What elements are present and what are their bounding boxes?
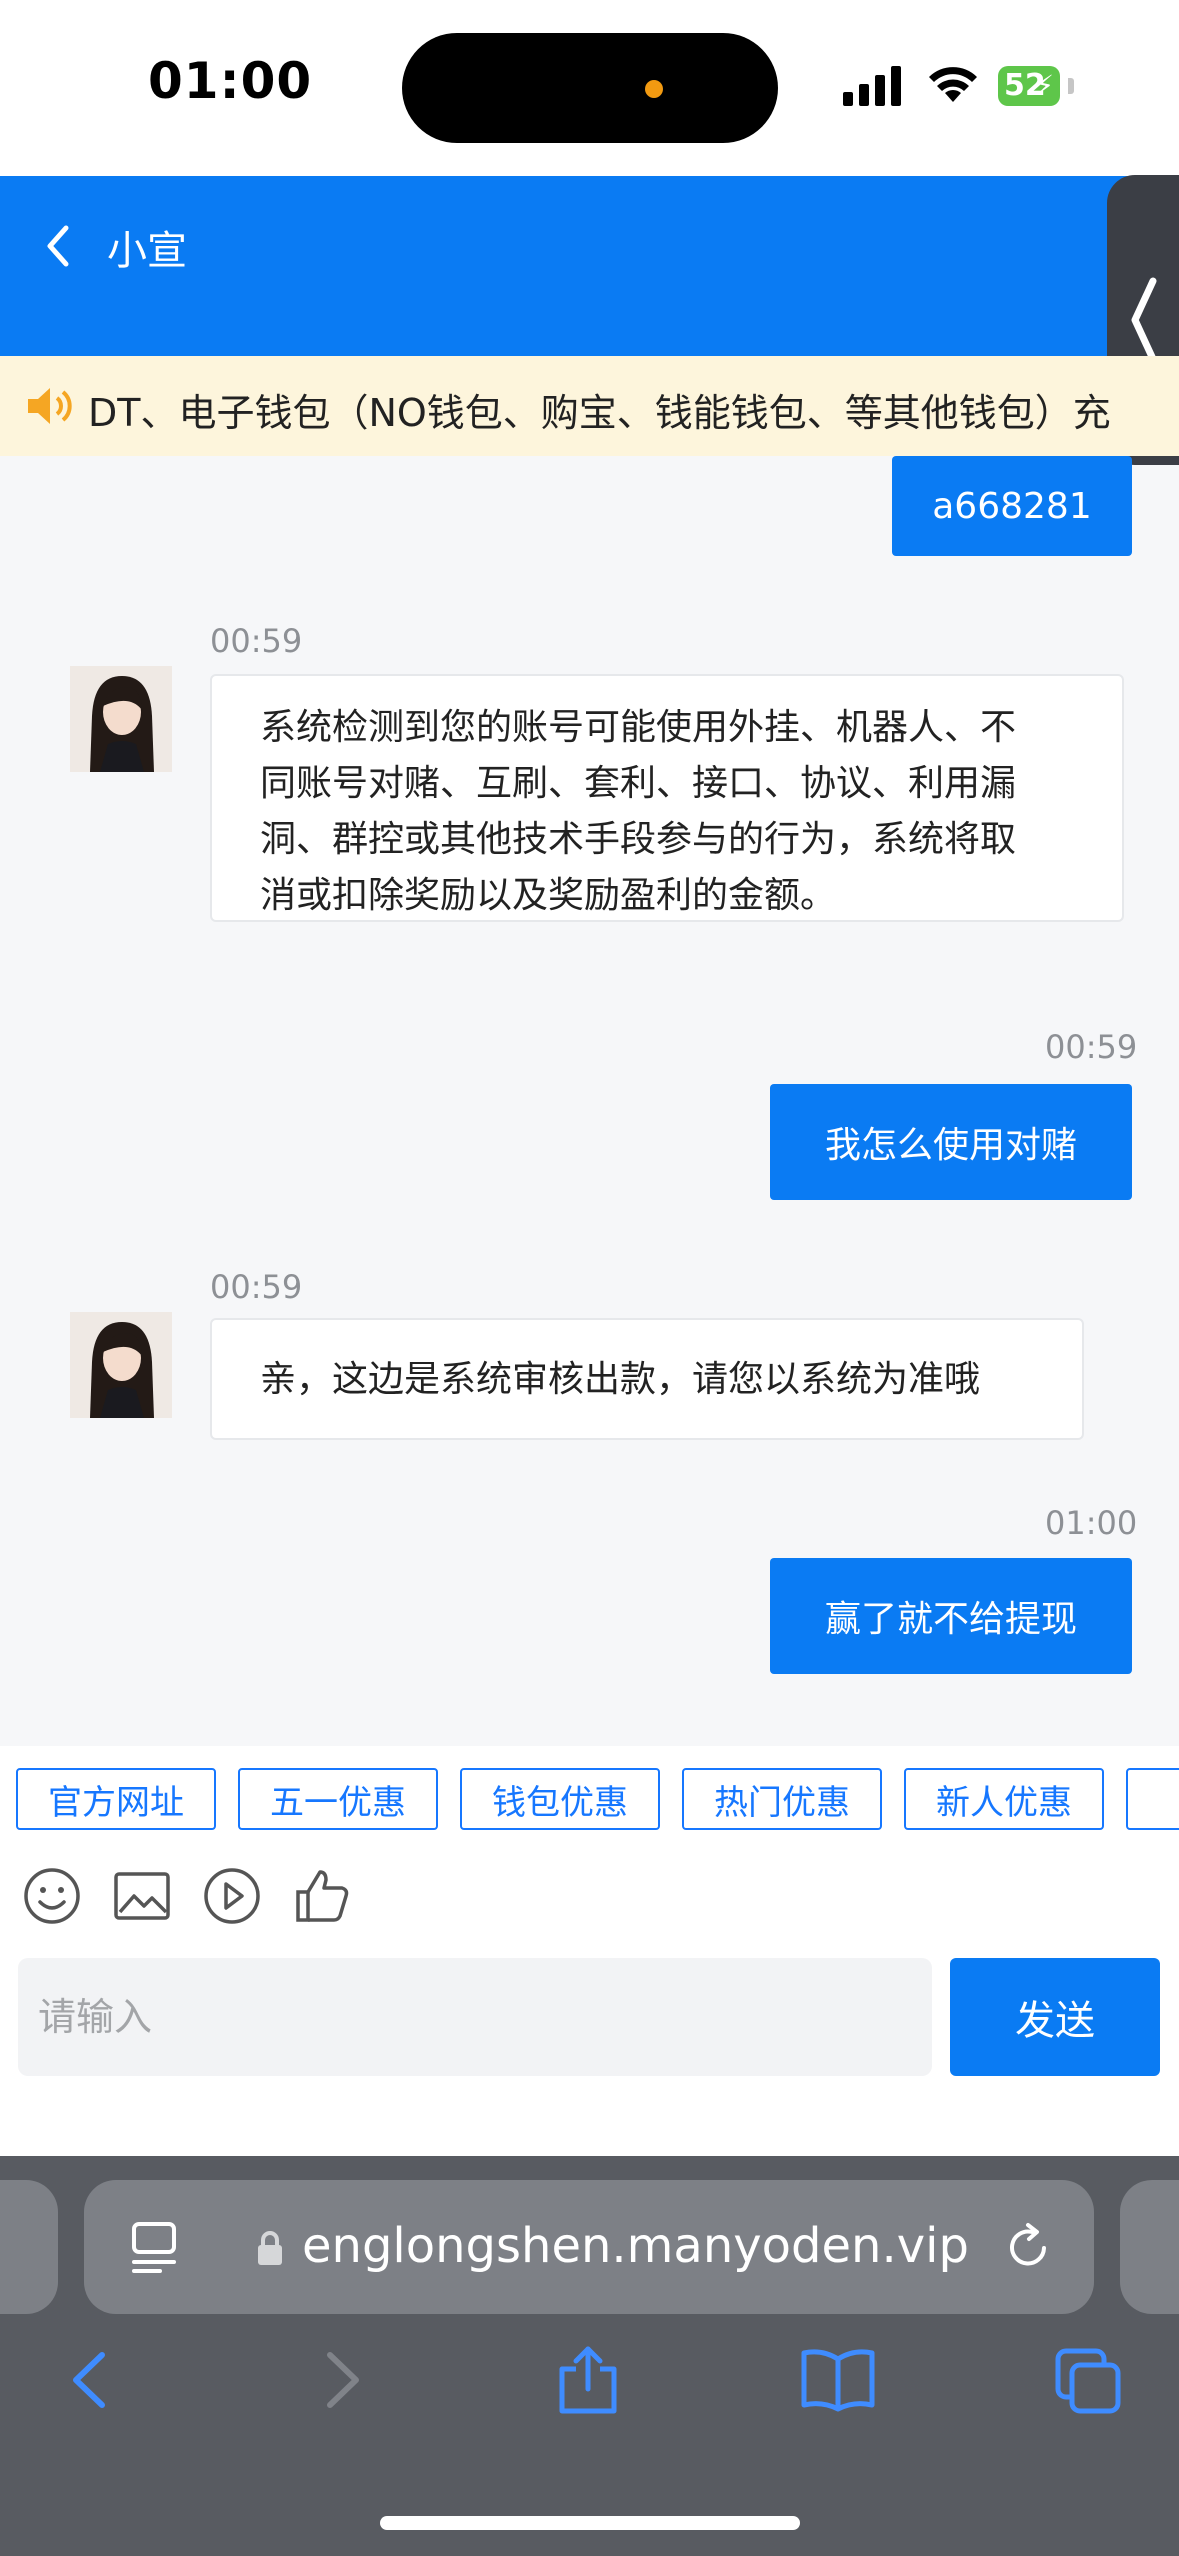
cellular-signal-icon	[843, 66, 901, 106]
previous-tab-peek[interactable]	[0, 2180, 58, 2314]
message-line: 消或扣除奖励以及奖励盈利的金额。	[260, 875, 837, 916]
chevron-left-icon	[1131, 277, 1157, 363]
status-time: 01:00	[148, 52, 313, 110]
message-timestamp: 00:59	[210, 1268, 303, 1306]
chat-title: 小宣	[107, 228, 187, 274]
chat-message-list[interactable]: a668281 00:59 系统检测到您的账号可能使用外挂、机器人、不 同账号对…	[0, 456, 1179, 1746]
page-menu-icon[interactable]	[132, 2220, 180, 2274]
message-bubble-sent: 我怎么使用对赌	[770, 1084, 1132, 1200]
privacy-indicator-dot	[645, 80, 663, 98]
image-icon[interactable]	[112, 1866, 172, 1926]
message-bubble-received: 系统检测到您的账号可能使用外挂、机器人、不 同账号对赌、互刷、套利、接口、协议、…	[210, 674, 1124, 922]
status-bar: 01:00 52 ⚡	[0, 0, 1179, 176]
quick-tag-official-site[interactable]: 官方网址	[16, 1768, 216, 1830]
avatar-portrait-image	[70, 666, 172, 772]
message-line: 系统检测到您的账号可能使用外挂、机器人、不	[260, 707, 1017, 748]
dynamic-island	[402, 33, 778, 143]
tabs-icon[interactable]	[1054, 2345, 1124, 2415]
quick-tag-wallet-promo[interactable]: 钱包优惠	[460, 1768, 660, 1830]
avatar-portrait-image	[70, 1312, 172, 1418]
quick-tag-may-day-promo[interactable]: 五一优惠	[238, 1768, 438, 1830]
quick-tag-more[interactable]	[1126, 1768, 1179, 1830]
back-arrow-icon[interactable]	[36, 216, 82, 276]
battery-indicator: 52 ⚡	[998, 66, 1060, 106]
wifi-icon	[929, 67, 977, 102]
video-icon[interactable]	[202, 1866, 262, 1926]
message-timestamp: 00:59	[210, 622, 303, 660]
bookmarks-icon[interactable]	[800, 2345, 876, 2415]
quick-tag-hot-promo[interactable]: 热门优惠	[682, 1768, 882, 1830]
message-bubble-received: 亲，这边是系统审核出款，请您以系统为准哦	[210, 1318, 1084, 1440]
notice-text: DT、电子钱包（NO钱包、购宝、钱能钱包、等其他钱包）充	[88, 391, 1111, 435]
message-line: 洞、群控或其他技术手段参与的行为，系统将取	[260, 819, 1017, 860]
quick-tag-newcomer-promo[interactable]: 新人优惠	[904, 1768, 1104, 1830]
browser-back-icon[interactable]	[58, 2345, 122, 2415]
home-indicator[interactable]	[380, 2516, 800, 2530]
reload-icon[interactable]	[1004, 2222, 1054, 2272]
thumbs-up-icon[interactable]	[292, 1866, 352, 1926]
message-bubble-sent: a668281	[892, 456, 1132, 556]
lock-icon	[258, 2231, 282, 2265]
message-input-row: 发送	[0, 1946, 1179, 2156]
message-input[interactable]	[18, 1958, 932, 2076]
emoji-icon[interactable]	[22, 1866, 82, 1926]
charging-bolt-icon: ⚡	[1034, 69, 1054, 102]
browser-forward-icon[interactable]	[310, 2345, 374, 2415]
message-timestamp: 01:00	[1045, 1504, 1138, 1542]
agent-avatar[interactable]	[70, 666, 172, 772]
share-icon[interactable]	[556, 2345, 620, 2415]
next-tab-peek[interactable]	[1120, 2180, 1179, 2314]
speaker-icon	[24, 384, 78, 428]
chat-toolbar	[0, 1856, 1179, 1946]
address-bar[interactable]: englongshen.manyoden.vip	[84, 2180, 1094, 2314]
send-button[interactable]: 发送	[950, 1958, 1160, 2076]
message-bubble-sent: 赢了就不给提现	[770, 1558, 1132, 1674]
quick-reply-tags: 官方网址 五一优惠 钱包优惠 热门优惠 新人优惠	[0, 1746, 1179, 1856]
chat-header: 小宣	[0, 176, 1179, 356]
message-timestamp: 00:59	[1045, 1028, 1138, 1066]
message-line: 同账号对赌、互刷、套利、接口、协议、利用漏	[260, 763, 1017, 804]
agent-avatar[interactable]	[70, 1312, 172, 1418]
notice-marquee: DT、电子钱包（NO钱包、购宝、钱能钱包、等其他钱包）充	[0, 356, 1179, 456]
battery-cap	[1068, 78, 1074, 94]
url-text: englongshen.manyoden.vip	[302, 2218, 969, 2274]
